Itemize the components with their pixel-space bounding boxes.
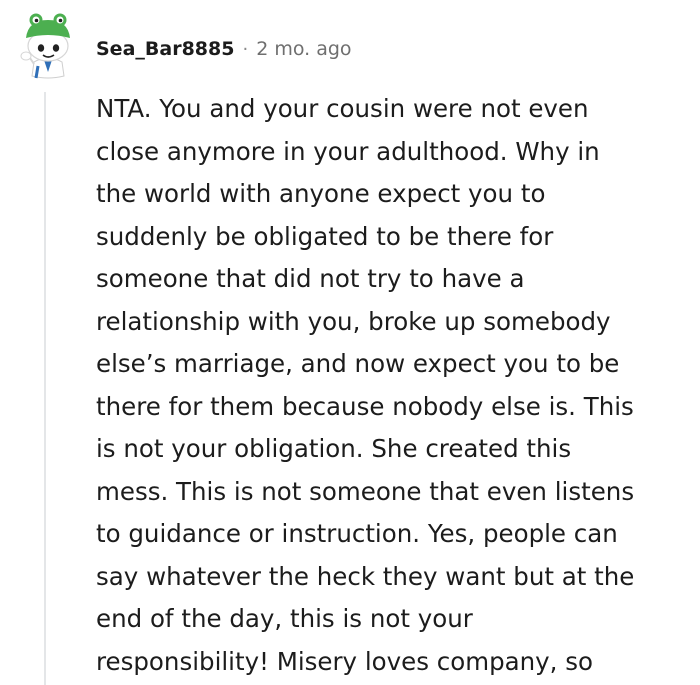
- comment-body-line: end of the day, this is not your: [96, 604, 473, 633]
- comment: Sea_Bar8885 · 2 mo. ago NTA. You and you…: [0, 0, 700, 685]
- avatar[interactable]: [10, 6, 86, 82]
- comment-body-line: NTA. You and your cousin were not even: [96, 94, 589, 123]
- thread-collapse-line[interactable]: [44, 92, 46, 685]
- comment-body-line: there for them because nobody else is. T…: [96, 391, 634, 421]
- comment-body-line: else’s marriage, and now expect you to b…: [96, 349, 620, 378]
- snoo-frog-hat-avatar-icon: [20, 13, 70, 79]
- comment-body-line: suddenly be obligated to be there for: [96, 221, 554, 251]
- comment-body-line: mess. This is not someone that even list…: [96, 476, 635, 506]
- comment-body-line: say whatever the heck they want but at t…: [96, 561, 635, 591]
- username-link[interactable]: Sea_Bar8885: [96, 38, 234, 60]
- comment-body-line: relationship with you, broke up somebody: [96, 306, 611, 336]
- comment-body-line: someone that did not try to have a: [96, 264, 525, 293]
- comment-body-line: close anymore in your adulthood. Why in: [96, 136, 600, 166]
- comment-body: NTA. You and your cousin were not even c…: [96, 88, 686, 683]
- comment-body-line: the world with anyone expect you to: [96, 179, 546, 208]
- meta-separator: ·: [242, 39, 249, 60]
- comment-meta: Sea_Bar8885 · 2 mo. ago: [96, 38, 352, 60]
- comment-body-line: responsibility! Misery loves company, so: [96, 646, 594, 676]
- comment-timestamp[interactable]: 2 mo. ago: [256, 38, 351, 60]
- comment-body-line: is not your obligation. She created this: [96, 434, 572, 463]
- comment-body-line: to guidance or instruction. Yes, people …: [96, 519, 618, 548]
